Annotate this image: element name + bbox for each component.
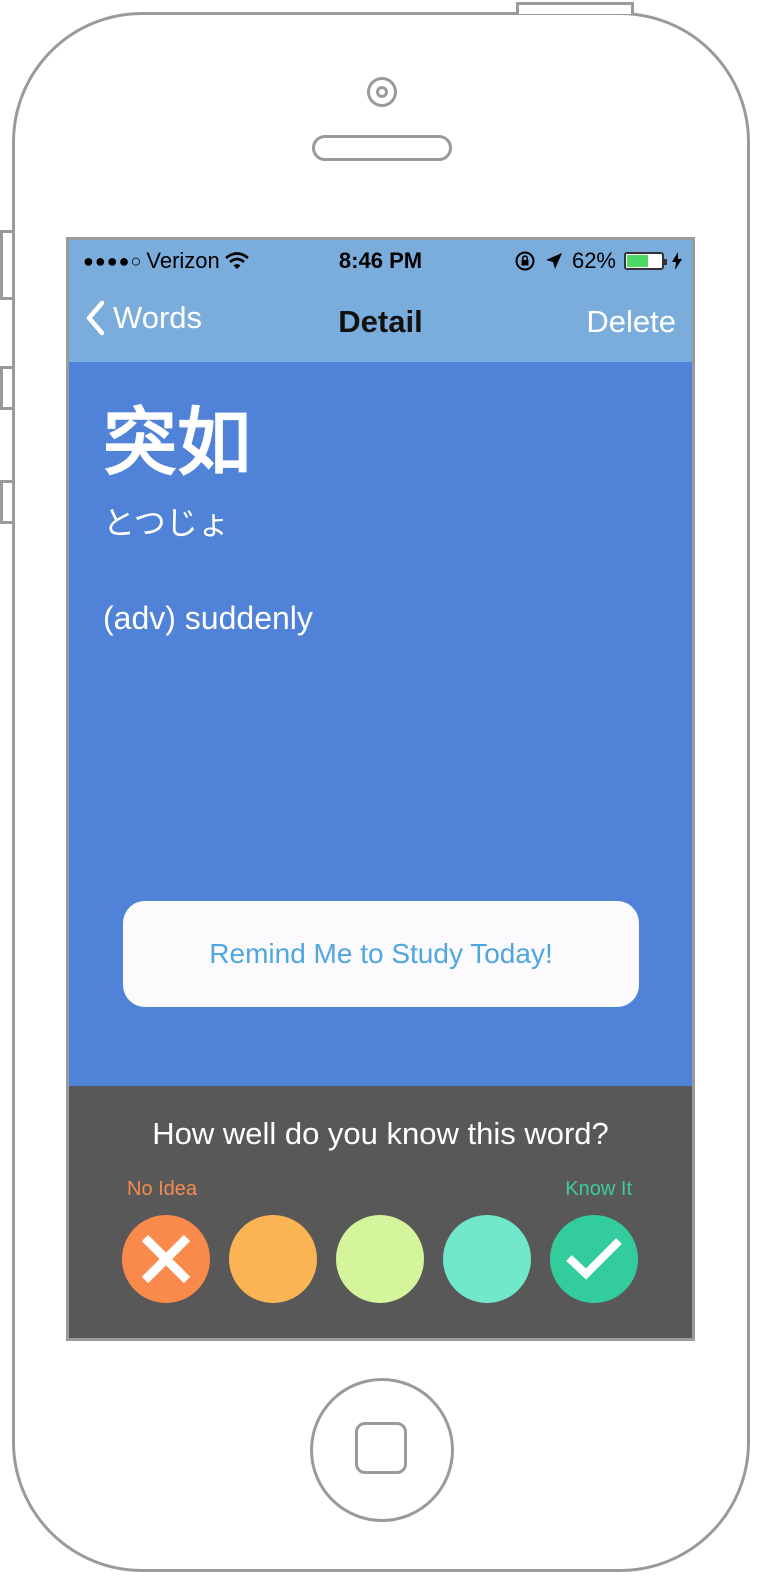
battery-tip xyxy=(664,259,667,265)
rating-option-2[interactable] xyxy=(229,1215,317,1303)
volume-down-button xyxy=(0,480,12,524)
delete-button[interactable]: Delete xyxy=(586,304,676,340)
battery-icon xyxy=(624,252,667,270)
rotation-lock-icon xyxy=(515,251,535,271)
knowledge-rating-panel: How well do you know this word? No Idea … xyxy=(69,1086,692,1338)
rating-option-5[interactable] xyxy=(550,1215,638,1303)
charging-bolt-icon xyxy=(672,252,682,270)
check-icon xyxy=(566,1238,622,1280)
battery-level xyxy=(627,255,649,267)
know-it-label: Know It xyxy=(565,1178,632,1200)
rating-option-4[interactable] xyxy=(443,1215,531,1303)
volume-up-button xyxy=(0,366,12,410)
power-button xyxy=(516,2,634,14)
earpiece-speaker xyxy=(312,135,452,161)
front-camera xyxy=(367,77,397,107)
status-right: 62% xyxy=(514,248,682,274)
location-arrow-icon xyxy=(545,253,562,269)
remind-me-button[interactable]: Remind Me to Study Today! xyxy=(123,901,639,1007)
rating-option-1[interactable] xyxy=(122,1215,210,1303)
word-meaning: (adv) suddenly xyxy=(103,600,313,636)
x-icon xyxy=(141,1234,191,1284)
word-detail: 突如 とつじょ (adv) suddenly Remind Me to Stud… xyxy=(69,362,692,1086)
navigation-bar: Words Detail Delete xyxy=(69,280,692,362)
phone-screen: ●●●●○ Verizon 8:46 PM 62% Words Detail D… xyxy=(66,237,695,1341)
home-button-icon xyxy=(355,1422,407,1474)
word-reading: とつじょ xyxy=(103,505,230,541)
rating-question: How well do you know this word? xyxy=(152,1116,609,1151)
rating-option-3[interactable] xyxy=(336,1215,424,1303)
no-idea-label: No Idea xyxy=(127,1178,198,1200)
rating-options xyxy=(122,1215,640,1305)
mute-switch xyxy=(0,230,12,300)
status-bar: ●●●●○ Verizon 8:46 PM 62% xyxy=(69,240,692,280)
word-kanji: 突如 xyxy=(103,401,251,484)
battery-percent: 62% xyxy=(571,248,616,273)
